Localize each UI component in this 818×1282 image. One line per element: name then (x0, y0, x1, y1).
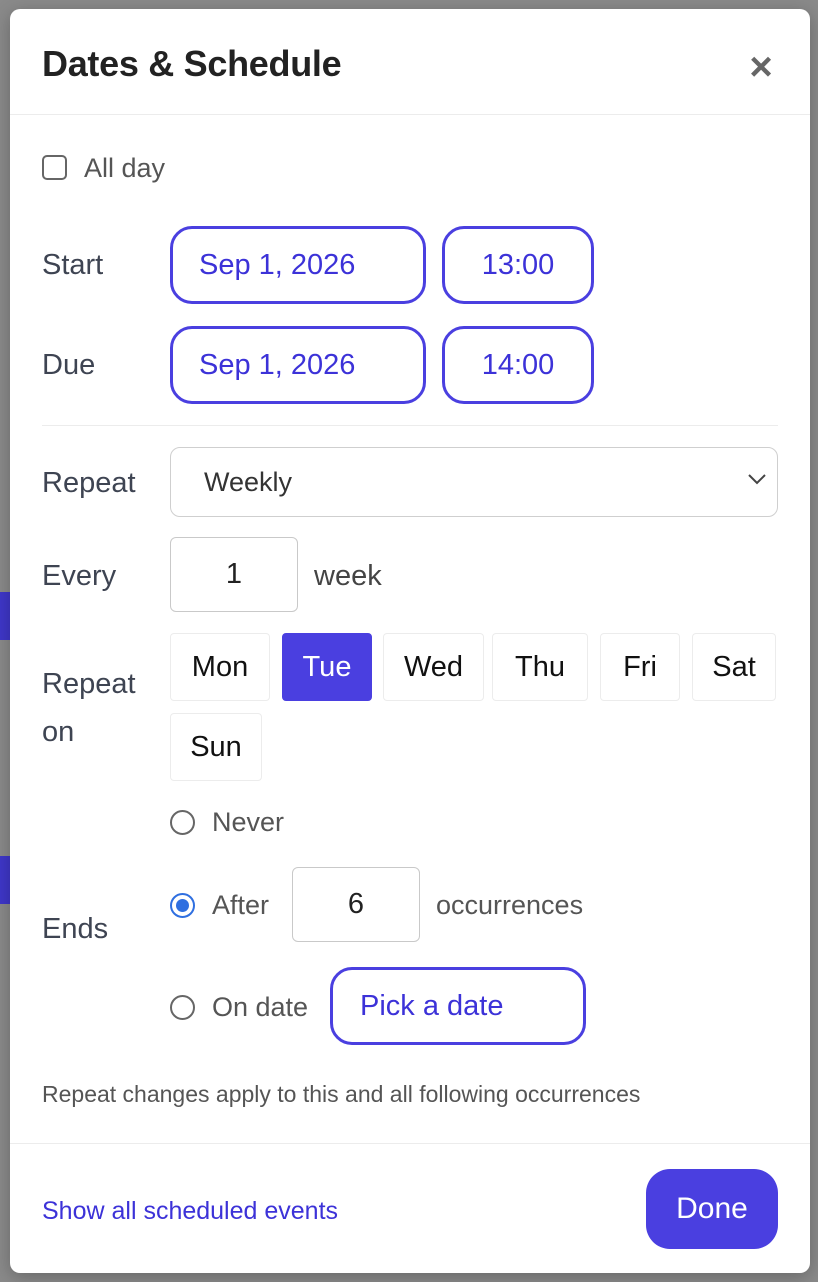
start-label: Start (42, 249, 104, 281)
day-thu[interactable]: Thu (492, 633, 588, 701)
ends-never-radio[interactable] (170, 810, 195, 835)
chevron-down-icon (748, 474, 766, 485)
every-unit-label: week (314, 560, 382, 592)
all-day-label: All day (84, 153, 166, 183)
day-sun[interactable]: Sun (170, 713, 262, 781)
day-fri[interactable]: Fri (600, 633, 680, 701)
due-time-value: 14:00 (481, 348, 555, 381)
done-button[interactable]: Done (646, 1169, 778, 1249)
ends-on-date-radio[interactable] (170, 995, 195, 1020)
repeat-selected-value: Weekly (204, 466, 293, 497)
every-label: Every (42, 560, 117, 592)
ends-after-count-value: 6 (347, 888, 365, 920)
ends-after-count-input[interactable]: 6 (292, 867, 420, 942)
due-label: Due (42, 349, 96, 381)
ends-pick-date-placeholder: Pick a date (360, 989, 504, 1022)
start-date-button[interactable]: Sep 1, 2026 (170, 226, 426, 304)
repeat-select[interactable]: Weekly (170, 447, 778, 517)
dialog-title: Dates & Schedule (42, 43, 342, 84)
repeat-label: Repeat (42, 467, 136, 499)
dialog-header: Dates & Schedule × (10, 9, 810, 115)
close-icon[interactable]: × (743, 47, 779, 87)
ends-label: Ends (42, 913, 109, 945)
ends-on-date-label: On date (212, 992, 309, 1022)
repeat-note: Repeat changes apply to this and all fol… (42, 1081, 641, 1107)
start-time-button[interactable]: 13:00 (442, 226, 594, 304)
day-mon[interactable]: Mon (170, 633, 270, 701)
due-date-button[interactable]: Sep 1, 2026 (170, 326, 426, 404)
footer-divider (10, 1143, 810, 1144)
backdrop-accent (0, 592, 10, 640)
every-interval-input[interactable]: 1 (170, 537, 298, 612)
repeat-on-label-line2: on (42, 716, 75, 748)
start-date-value: Sep 1, 2026 (199, 248, 356, 281)
schedule-dialog: Dates & Schedule × All day Start Sep 1, … (10, 9, 810, 1273)
show-all-events-link[interactable]: Show all scheduled events (42, 1197, 338, 1226)
ends-pick-date-button[interactable]: Pick a date (330, 967, 586, 1045)
every-interval-value: 1 (225, 558, 243, 590)
ends-after-label: After (212, 890, 270, 920)
day-sat[interactable]: Sat (692, 633, 776, 701)
ends-never-label: Never (212, 807, 285, 837)
day-tue[interactable]: Tue (282, 633, 372, 701)
ends-after-unit: occurrences (436, 890, 584, 920)
due-time-button[interactable]: 14:00 (442, 326, 594, 404)
radio-selected-dot (176, 899, 189, 912)
section-divider (42, 425, 778, 426)
ends-after-radio[interactable] (170, 893, 195, 918)
backdrop-accent (0, 856, 10, 904)
start-time-value: 13:00 (481, 248, 555, 281)
due-date-value: Sep 1, 2026 (199, 348, 356, 381)
day-wed[interactable]: Wed (383, 633, 484, 701)
all-day-checkbox[interactable] (42, 155, 67, 180)
repeat-on-label-line1: Repeat (42, 668, 136, 700)
